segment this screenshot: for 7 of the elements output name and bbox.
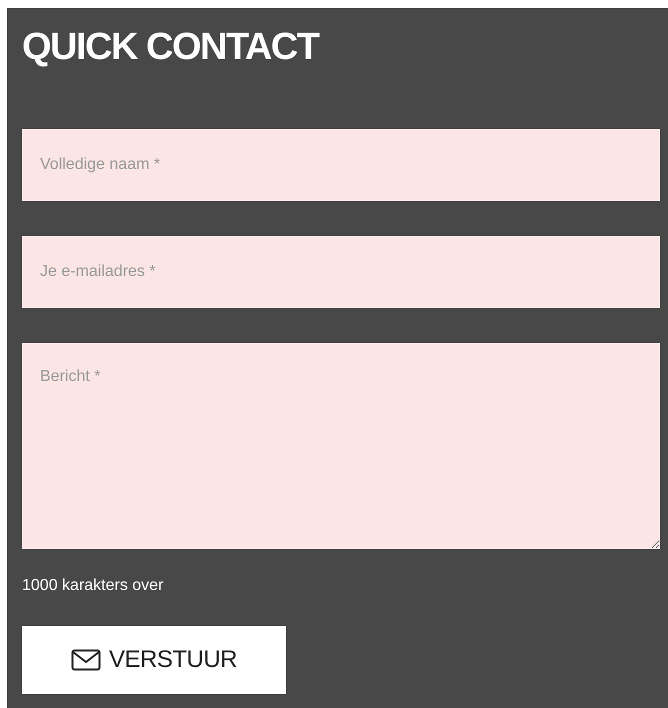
character-counter: 1000 karakters over: [22, 576, 164, 596]
input-field[interactable]: Je e-mailadres *: [22, 236, 660, 308]
envelope-icon: [70, 649, 101, 671]
message-field[interactable]: Bericht *: [22, 343, 660, 549]
send-button[interactable]: VERSTUUR: [22, 626, 286, 694]
form-heading: QUICK CONTACT: [22, 28, 318, 66]
input-field[interactable]: Volledige naam *: [22, 129, 660, 201]
